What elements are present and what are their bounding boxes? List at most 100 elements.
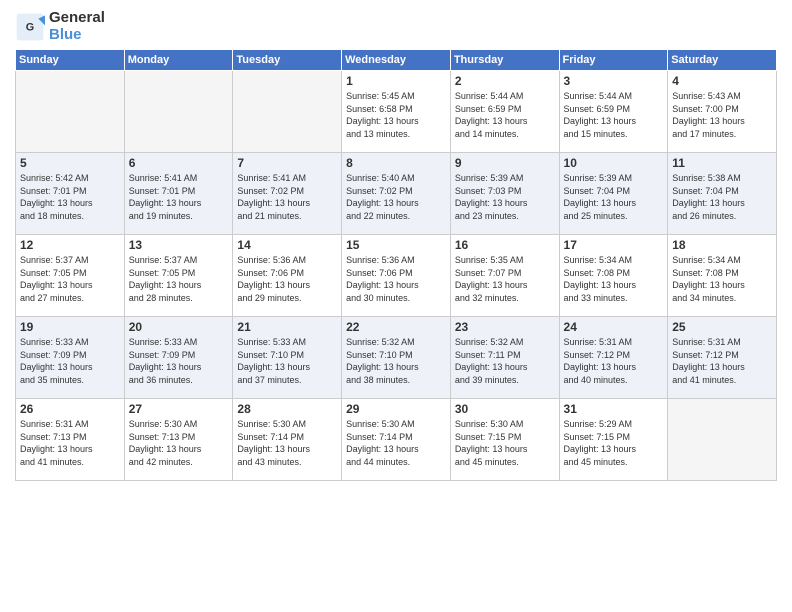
- calendar-cell: 28 Sunrise: 5:30 AM Sunset: 7:14 PM Dayli…: [233, 399, 342, 481]
- day-number: 5: [20, 156, 120, 170]
- week-row-3: 12Sunrise: 5:37 AM Sunset: 7:05 PM Dayli…: [16, 235, 777, 317]
- day-info: Sunrise: 5:42 AM Sunset: 7:01 PM Dayligh…: [20, 172, 120, 222]
- calendar-cell: 1 Sunrise: 5:45 AM Sunset: 6:58 PM Daylig…: [342, 71, 451, 153]
- calendar-cell: 22 Sunrise: 5:32 AM Sunset: 7:10 PM Dayli…: [342, 317, 451, 399]
- calendar-cell: 11 Sunrise: 5:38 AM Sunset: 7:04 PM Dayli…: [668, 153, 777, 235]
- day-info: Sunrise: 5:45 AM Sunset: 6:58 PM Dayligh…: [346, 90, 446, 140]
- day-number: 29: [346, 402, 446, 416]
- svg-text:G: G: [26, 21, 34, 33]
- weekday-header-wednesday: Wednesday: [342, 50, 451, 71]
- day-number: 14: [237, 238, 337, 252]
- header: G General Blue: [15, 10, 777, 43]
- day-info: Sunrise: 5:36 AM Sunset: 7:06 PM Dayligh…: [346, 254, 446, 304]
- day-info: Sunrise: 5:33 AM Sunset: 7:10 PM Dayligh…: [237, 336, 337, 386]
- day-info: Sunrise: 5:36 AM Sunset: 7:06 PM Dayligh…: [237, 254, 337, 304]
- calendar-cell: 3 Sunrise: 5:44 AM Sunset: 6:59 PM Daylig…: [559, 71, 668, 153]
- logo-icon: G: [15, 12, 45, 42]
- day-info: Sunrise: 5:34 AM Sunset: 7:08 PM Dayligh…: [672, 254, 772, 304]
- day-number: 18: [672, 238, 772, 252]
- week-row-1: 1 Sunrise: 5:45 AM Sunset: 6:58 PM Daylig…: [16, 71, 777, 153]
- day-info: Sunrise: 5:44 AM Sunset: 6:59 PM Dayligh…: [564, 90, 664, 140]
- day-info: Sunrise: 5:30 AM Sunset: 7:14 PM Dayligh…: [237, 418, 337, 468]
- day-info: Sunrise: 5:30 AM Sunset: 7:15 PM Dayligh…: [455, 418, 555, 468]
- day-number: 10: [564, 156, 664, 170]
- day-number: 22: [346, 320, 446, 334]
- calendar-cell: 8 Sunrise: 5:40 AM Sunset: 7:02 PM Daylig…: [342, 153, 451, 235]
- day-number: 11: [672, 156, 772, 170]
- calendar-cell: 25 Sunrise: 5:31 AM Sunset: 7:12 PM Dayli…: [668, 317, 777, 399]
- day-info: Sunrise: 5:31 AM Sunset: 7:13 PM Dayligh…: [20, 418, 120, 468]
- day-info: Sunrise: 5:33 AM Sunset: 7:09 PM Dayligh…: [129, 336, 229, 386]
- day-info: Sunrise: 5:33 AM Sunset: 7:09 PM Dayligh…: [20, 336, 120, 386]
- calendar-cell: 27Sunrise: 5:30 AM Sunset: 7:13 PM Dayli…: [124, 399, 233, 481]
- calendar-cell: 10 Sunrise: 5:39 AM Sunset: 7:04 PM Dayli…: [559, 153, 668, 235]
- day-number: 7: [237, 156, 337, 170]
- calendar-cell: 30 Sunrise: 5:30 AM Sunset: 7:15 PM Dayli…: [450, 399, 559, 481]
- calendar-cell: 2 Sunrise: 5:44 AM Sunset: 6:59 PM Daylig…: [450, 71, 559, 153]
- day-number: 21: [237, 320, 337, 334]
- logo: G General Blue: [15, 10, 105, 43]
- day-info: Sunrise: 5:44 AM Sunset: 6:59 PM Dayligh…: [455, 90, 555, 140]
- day-number: 3: [564, 74, 664, 88]
- weekday-header-friday: Friday: [559, 50, 668, 71]
- day-info: Sunrise: 5:32 AM Sunset: 7:10 PM Dayligh…: [346, 336, 446, 386]
- calendar-cell: [124, 71, 233, 153]
- day-number: 17: [564, 238, 664, 252]
- day-number: 31: [564, 402, 664, 416]
- day-number: 25: [672, 320, 772, 334]
- day-number: 8: [346, 156, 446, 170]
- calendar-cell: 17 Sunrise: 5:34 AM Sunset: 7:08 PM Dayli…: [559, 235, 668, 317]
- day-info: Sunrise: 5:41 AM Sunset: 7:01 PM Dayligh…: [129, 172, 229, 222]
- day-number: 13: [129, 238, 229, 252]
- calendar-table: SundayMondayTuesdayWednesdayThursdayFrid…: [15, 49, 777, 481]
- day-number: 26: [20, 402, 120, 416]
- day-info: Sunrise: 5:32 AM Sunset: 7:11 PM Dayligh…: [455, 336, 555, 386]
- week-row-4: 19 Sunrise: 5:33 AM Sunset: 7:09 PM Dayli…: [16, 317, 777, 399]
- day-number: 28: [237, 402, 337, 416]
- week-row-2: 5 Sunrise: 5:42 AM Sunset: 7:01 PM Daylig…: [16, 153, 777, 235]
- week-row-5: 26 Sunrise: 5:31 AM Sunset: 7:13 PM Dayli…: [16, 399, 777, 481]
- weekday-header-monday: Monday: [124, 50, 233, 71]
- weekday-header-sunday: Sunday: [16, 50, 125, 71]
- calendar-cell: 24 Sunrise: 5:31 AM Sunset: 7:12 PM Dayli…: [559, 317, 668, 399]
- calendar-cell: 18 Sunrise: 5:34 AM Sunset: 7:08 PM Dayli…: [668, 235, 777, 317]
- day-number: 24: [564, 320, 664, 334]
- calendar-cell: 15 Sunrise: 5:36 AM Sunset: 7:06 PM Dayli…: [342, 235, 451, 317]
- day-number: 4: [672, 74, 772, 88]
- calendar-cell: 29Sunrise: 5:30 AM Sunset: 7:14 PM Dayli…: [342, 399, 451, 481]
- day-number: 9: [455, 156, 555, 170]
- calendar-cell: 9 Sunrise: 5:39 AM Sunset: 7:03 PM Daylig…: [450, 153, 559, 235]
- day-info: Sunrise: 5:29 AM Sunset: 7:15 PM Dayligh…: [564, 418, 664, 468]
- day-number: 16: [455, 238, 555, 252]
- day-info: Sunrise: 5:40 AM Sunset: 7:02 PM Dayligh…: [346, 172, 446, 222]
- calendar-cell: 16 Sunrise: 5:35 AM Sunset: 7:07 PM Dayli…: [450, 235, 559, 317]
- day-number: 23: [455, 320, 555, 334]
- day-info: Sunrise: 5:39 AM Sunset: 7:04 PM Dayligh…: [564, 172, 664, 222]
- calendar-cell: 13 Sunrise: 5:37 AM Sunset: 7:05 PM Dayli…: [124, 235, 233, 317]
- logo-text: General Blue: [49, 10, 105, 43]
- day-info: Sunrise: 5:38 AM Sunset: 7:04 PM Dayligh…: [672, 172, 772, 222]
- weekday-header-tuesday: Tuesday: [233, 50, 342, 71]
- day-info: Sunrise: 5:39 AM Sunset: 7:03 PM Dayligh…: [455, 172, 555, 222]
- day-info: Sunrise: 5:31 AM Sunset: 7:12 PM Dayligh…: [564, 336, 664, 386]
- day-number: 27: [129, 402, 229, 416]
- calendar-cell: 6Sunrise: 5:41 AM Sunset: 7:01 PM Daylig…: [124, 153, 233, 235]
- day-info: Sunrise: 5:34 AM Sunset: 7:08 PM Dayligh…: [564, 254, 664, 304]
- calendar-cell: 19 Sunrise: 5:33 AM Sunset: 7:09 PM Dayli…: [16, 317, 125, 399]
- day-number: 19: [20, 320, 120, 334]
- day-info: Sunrise: 5:37 AM Sunset: 7:05 PM Dayligh…: [129, 254, 229, 304]
- day-info: Sunrise: 5:31 AM Sunset: 7:12 PM Dayligh…: [672, 336, 772, 386]
- calendar-cell: 5 Sunrise: 5:42 AM Sunset: 7:01 PM Daylig…: [16, 153, 125, 235]
- day-info: Sunrise: 5:41 AM Sunset: 7:02 PM Dayligh…: [237, 172, 337, 222]
- day-number: 15: [346, 238, 446, 252]
- day-number: 2: [455, 74, 555, 88]
- day-number: 1: [346, 74, 446, 88]
- page: G General Blue SundayMondayTuesdayWednes…: [0, 0, 792, 612]
- calendar-cell: [16, 71, 125, 153]
- calendar-cell: 20 Sunrise: 5:33 AM Sunset: 7:09 PM Dayli…: [124, 317, 233, 399]
- calendar-cell: 21 Sunrise: 5:33 AM Sunset: 7:10 PM Dayli…: [233, 317, 342, 399]
- day-info: Sunrise: 5:35 AM Sunset: 7:07 PM Dayligh…: [455, 254, 555, 304]
- day-number: 20: [129, 320, 229, 334]
- calendar-cell: [233, 71, 342, 153]
- day-number: 30: [455, 402, 555, 416]
